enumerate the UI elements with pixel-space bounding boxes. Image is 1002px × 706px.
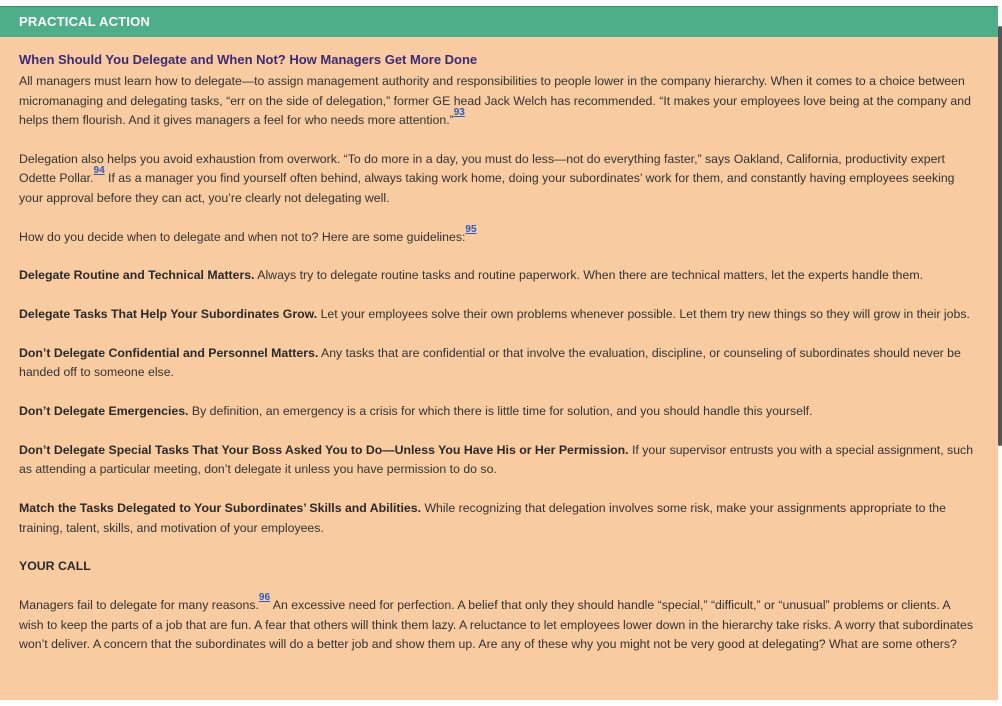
guideline-title: Delegate Routine and Technical Matters. [19,268,255,283]
paragraph-text: How do you decide when to delegate and w… [19,229,466,244]
paragraph-text: All managers must learn how to delegate—… [19,74,971,128]
paragraph-intro: All managers must learn how to delegate—… [19,72,976,130]
footnote-link-95[interactable]: 95 [465,224,476,235]
guideline-routine: Delegate Routine and Technical Matters. … [19,266,976,285]
footnote-94: 94 [94,165,105,176]
guideline-title: Don’t Delegate Confidential and Personne… [19,346,319,361]
footnote-link-96[interactable]: 96 [259,592,270,603]
paragraph-overwork: Delegation also helps you avoid exhausti… [19,150,976,208]
footnote-93: 93 [454,107,465,118]
guideline-grow: Delegate Tasks That Help Your Subordinat… [19,305,976,324]
scrollbar-thumb[interactable] [998,26,1002,446]
paragraph-your-call: Managers fail to delegate for many reaso… [19,593,976,654]
practical-action-box: PRACTICAL ACTION When Should You Delegat… [0,6,998,700]
guideline-title: Don’t Delegate Special Tasks That Your B… [19,443,629,458]
paragraph-text: If as a manager you find yourself often … [19,171,955,205]
paragraph-guidelines-intro: How do you decide when to delegate and w… [19,224,976,247]
scrollbar-track[interactable] [998,6,1002,700]
your-call-heading: YOUR CALL [19,559,91,574]
footnote-95: 95 [465,224,476,235]
guideline-text: Let your employees solve their own probl… [317,307,970,322]
header-label: PRACTICAL ACTION [19,14,151,29]
guideline-title: Delegate Tasks That Help Your Subordinat… [19,307,318,322]
paragraph-text: Managers fail to delegate for many reaso… [19,598,259,613]
bottom-edge [0,700,1002,706]
guideline-special-tasks: Don’t Delegate Special Tasks That Your B… [19,441,976,480]
guideline-confidential: Don’t Delegate Confidential and Personne… [19,344,976,383]
guideline-text: Always try to delegate routine tasks and… [254,268,924,283]
footnote-96: 96 [259,592,270,603]
guideline-text: By definition, an emergency is a crisis … [188,404,813,419]
guideline-title: Match the Tasks Delegated to Your Subord… [19,501,422,516]
guideline-match-skills: Match the Tasks Delegated to Your Subord… [19,499,976,538]
article-title: When Should You Delegate and When Not? H… [19,52,478,67]
footnote-link-93[interactable]: 93 [454,107,465,118]
guideline-emergencies: Don’t Delegate Emergencies. By definitio… [19,402,976,421]
box-content: When Should You Delegate and When Not? H… [0,37,998,654]
box-header: PRACTICAL ACTION [0,6,998,37]
guideline-title: Don’t Delegate Emergencies. [19,404,189,419]
footnote-link-94[interactable]: 94 [94,165,105,176]
